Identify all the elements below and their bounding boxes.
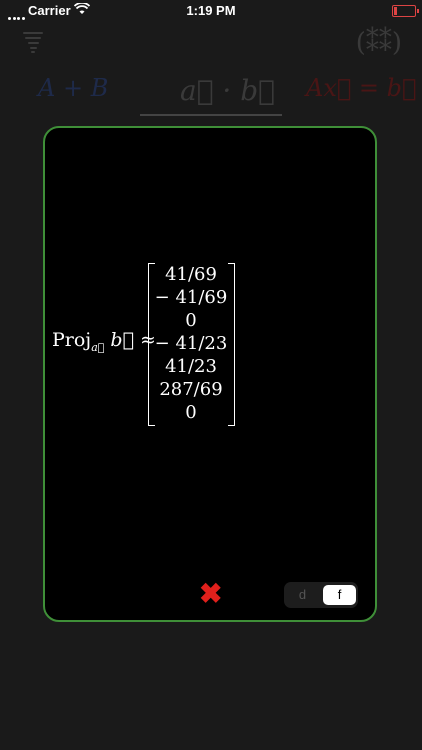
decimal-option[interactable]: d bbox=[286, 585, 319, 605]
format-toggle: d f bbox=[284, 582, 358, 608]
result-vector: 41/69 − 41/69 0 − 41/23 41/23 287/69 0 bbox=[150, 263, 232, 424]
tab-dot-product[interactable]: a⃗ · b⃗ bbox=[180, 74, 275, 107]
tab-add[interactable]: A + B bbox=[38, 74, 108, 102]
matrix-icon[interactable]: (⁑⁑) bbox=[356, 28, 402, 58]
proj-text: Proj bbox=[52, 329, 92, 351]
tornado-icon[interactable] bbox=[22, 30, 44, 54]
vector-entry: 41/23 bbox=[165, 356, 217, 377]
vector-entry: − 41/69 bbox=[154, 287, 228, 308]
fraction-option[interactable]: f bbox=[323, 585, 356, 605]
vector-entry: 0 bbox=[185, 402, 197, 423]
clock: 1:19 PM bbox=[186, 3, 236, 18]
tab-solve-system[interactable]: Ax⃗ = b⃗ bbox=[306, 74, 416, 102]
battery-icon bbox=[392, 5, 419, 17]
vector-entry: 287/69 bbox=[159, 379, 223, 400]
vector-entry: 0 bbox=[185, 310, 197, 331]
projection-label: Proja⃗ b⃗ ≈ bbox=[52, 329, 156, 354]
status-bar: Carrier 1:19 PM bbox=[0, 0, 422, 22]
selected-tab-indicator bbox=[140, 114, 282, 116]
proj-subscript: a⃗ bbox=[91, 340, 105, 354]
vector-entry: 41/69 bbox=[165, 264, 217, 285]
proj-vector: b⃗ bbox=[110, 329, 134, 351]
vector-entry: − 41/23 bbox=[154, 333, 228, 354]
close-icon[interactable]: ✖ bbox=[199, 580, 222, 608]
operation-tabs: A + B a⃗ · b⃗ Ax⃗ = b⃗ bbox=[0, 70, 422, 120]
right-bracket bbox=[228, 263, 235, 426]
